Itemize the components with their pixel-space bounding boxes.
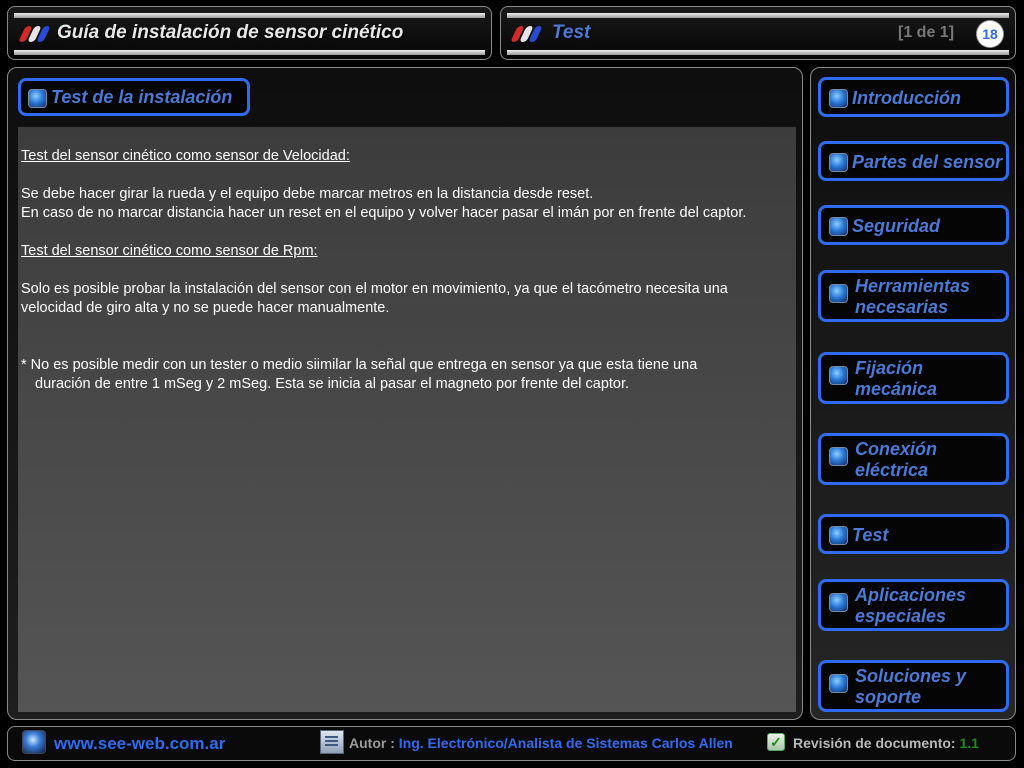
content-area: Test del sensor cinético como sensor de …: [18, 127, 796, 712]
header-right-top-stripe: [507, 13, 1009, 18]
nav-fijacion[interactable]: Fijación mecánica: [818, 352, 1009, 404]
nav-conexion[interactable]: Conexión eléctrica: [818, 433, 1009, 485]
rpm-heading: Test del sensor cinético como sensor de …: [21, 243, 318, 259]
website-link[interactable]: www.see-web.com.ar: [54, 734, 225, 754]
check-icon: ✓: [767, 733, 785, 751]
author-label: Autor :: [349, 735, 395, 751]
page-indicator: [1 de 1]: [898, 24, 955, 41]
section-icon: [829, 153, 848, 172]
flag-stripes-icon: [510, 25, 544, 43]
section-icon: [829, 526, 848, 545]
nav-introduccion[interactable]: Introducción: [818, 77, 1009, 117]
velocity-text-2: En caso de no marcar distancia hacer un …: [21, 205, 747, 221]
header-top-stripe: [14, 13, 485, 18]
header-bottom-stripe: [14, 50, 485, 55]
section-icon: [829, 89, 848, 108]
document-title: Guía de instalación de sensor cinético: [57, 22, 404, 43]
nav-seguridad[interactable]: Seguridad: [818, 205, 1009, 245]
section-icon: [829, 284, 848, 303]
nav-label: Herramientas necesarias: [855, 276, 971, 317]
nav-label: Test: [852, 525, 889, 545]
revision-label: Revisión de documento:: [793, 735, 956, 751]
page-title: Test: [552, 22, 591, 43]
section-icon: [829, 447, 848, 466]
nav-test[interactable]: Test: [818, 514, 1009, 554]
nav-label: Conexión eléctrica: [855, 439, 938, 480]
note-line-1: * No es posible medir con un tester o me…: [21, 357, 698, 373]
nav-aplicaciones[interactable]: Aplicaciones especiales: [818, 579, 1009, 631]
nav-label: Soluciones y soporte: [855, 666, 967, 707]
section-icon: [829, 366, 848, 385]
nav-label: Seguridad: [852, 216, 941, 236]
nav-herramientas[interactable]: Herramientas necesarias: [818, 270, 1009, 322]
nav-soluciones[interactable]: Soluciones y soporte: [818, 660, 1009, 712]
author-line: Autor : Ing. Electrónico/Analista de Sis…: [349, 735, 733, 751]
section-icon: [829, 217, 848, 236]
globe-icon: [22, 730, 46, 754]
section-icon: [28, 89, 47, 108]
section-title-button[interactable]: Test de la instalación: [18, 78, 250, 116]
revision-line: Revisión de documento: 1.1: [793, 735, 979, 751]
section-icon: [829, 593, 848, 612]
section-icon: [829, 674, 848, 693]
rpm-text: Solo es posible probar la instalación de…: [21, 281, 728, 316]
document-icon: [320, 730, 344, 754]
section-title: Test de la instalación: [51, 87, 233, 107]
note-line-2: duración de entre 1 mSeg y 2 mSeg. Esta …: [35, 376, 630, 392]
nav-label: Introducción: [852, 88, 961, 108]
author-name: Ing. Electrónico/Analista de Sistemas Ca…: [398, 735, 733, 751]
revision-value: 1.1: [959, 735, 979, 751]
nav-label: Partes del sensor: [852, 152, 1003, 172]
velocity-heading: Test del sensor cinético como sensor de …: [21, 148, 350, 164]
nav-partes-del-sensor[interactable]: Partes del sensor: [818, 141, 1009, 181]
page-number-badge: 18: [977, 21, 1003, 47]
header-right-bottom-stripe: [507, 50, 1009, 55]
nav-label: Fijación mecánica: [855, 358, 938, 399]
velocity-text-1: Se debe hacer girar la rueda y el equipo…: [21, 186, 594, 202]
flag-stripes-icon: [18, 25, 52, 43]
nav-label: Aplicaciones especiales: [855, 585, 967, 626]
